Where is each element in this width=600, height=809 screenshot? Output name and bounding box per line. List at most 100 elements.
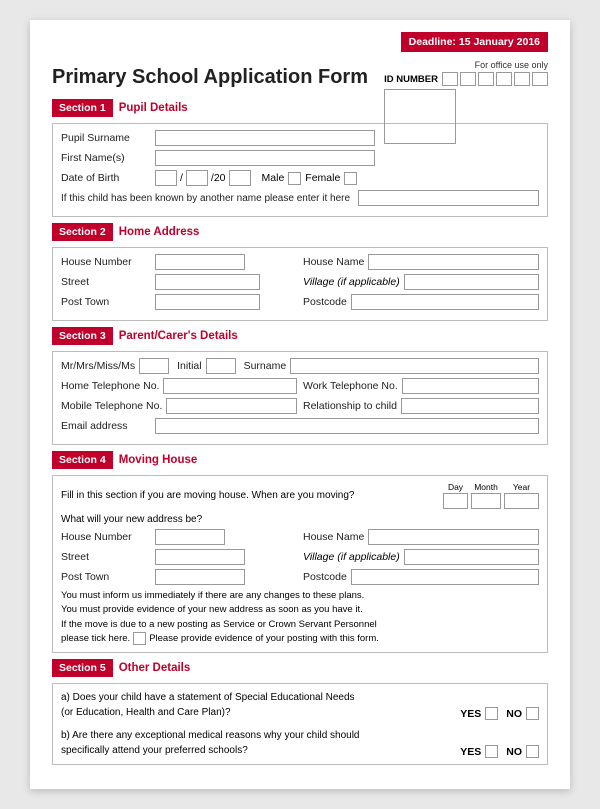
- id-box-1[interactable]: [442, 72, 458, 86]
- title-row: Mr/Mrs/Miss/Ms Initial Surname: [61, 358, 539, 374]
- new-posttown-row: Post Town Postcode: [61, 569, 539, 585]
- first-name-input[interactable]: [155, 150, 375, 166]
- dob-area: / /20 Male Female: [155, 170, 357, 186]
- dob-year-input[interactable]: [229, 170, 251, 186]
- dob-sep1: /: [180, 172, 183, 184]
- section4-badge: Section 4: [52, 451, 113, 469]
- street-col: Street: [61, 274, 297, 290]
- question-a-yes-checkbox[interactable]: [485, 707, 498, 720]
- question-a-no-label: NO: [506, 708, 522, 720]
- section2-badge: Section 2: [52, 223, 113, 241]
- female-checkbox[interactable]: [344, 172, 357, 185]
- question-b-text: b) Are there any exceptional medical rea…: [61, 728, 452, 758]
- new-village-input[interactable]: [404, 549, 539, 565]
- surname-input[interactable]: [290, 358, 539, 374]
- new-house-number-label: House Number: [61, 531, 151, 543]
- dob-month-input[interactable]: [186, 170, 208, 186]
- new-postcode-input[interactable]: [351, 569, 539, 585]
- question-a-text: a) Does your child have a statement of S…: [61, 690, 452, 720]
- new-street-input[interactable]: [155, 549, 245, 565]
- office-use-label: For office use only: [384, 60, 548, 70]
- dmy-area: Day Month Year: [443, 482, 539, 509]
- new-village-col: Village (if applicable): [303, 549, 539, 565]
- other-name-row: If this child has been known by another …: [61, 190, 539, 206]
- question-b-row: b) Are there any exceptional medical rea…: [61, 728, 539, 758]
- notice-evidence-label: Please provide evidence of your posting …: [149, 632, 379, 646]
- mobile-row: Mobile Telephone No. Relationship to chi…: [61, 398, 539, 414]
- question-b-no-label: NO: [506, 746, 522, 758]
- title-label: Mr/Mrs/Miss/Ms: [61, 360, 135, 372]
- surname-label: Surname: [244, 360, 287, 372]
- section3-block: Mr/Mrs/Miss/Ms Initial Surname Home Tele…: [52, 351, 548, 445]
- mobile-input[interactable]: [166, 398, 297, 414]
- section3-title: Parent/Carer's Details: [119, 330, 238, 342]
- village-input[interactable]: [404, 274, 539, 290]
- house-name-label: House Name: [303, 256, 364, 268]
- section5-badge: Section 5: [52, 659, 113, 677]
- question-a-no-checkbox[interactable]: [526, 707, 539, 720]
- moving-year-input[interactable]: [504, 493, 539, 509]
- postcode-col: Postcode: [303, 294, 539, 310]
- id-box-4[interactable]: [496, 72, 512, 86]
- mobile-label: Mobile Telephone No.: [61, 400, 162, 412]
- question-b-yes-checkbox[interactable]: [485, 745, 498, 758]
- first-name-label: First Name(s): [61, 152, 151, 164]
- postcode-input[interactable]: [351, 294, 539, 310]
- new-postcode-col: Postcode: [303, 569, 539, 585]
- relationship-input[interactable]: [401, 398, 539, 414]
- other-name-label: If this child has been known by another …: [61, 193, 350, 204]
- first-name-row: First Name(s): [61, 150, 539, 166]
- posting-checkbox[interactable]: [133, 632, 146, 645]
- other-name-input[interactable]: [358, 190, 539, 206]
- relationship-label: Relationship to child: [303, 400, 397, 412]
- id-box-2[interactable]: [460, 72, 476, 86]
- email-input[interactable]: [155, 418, 539, 434]
- id-box-3[interactable]: [478, 72, 494, 86]
- gender-area: Male Female: [262, 172, 358, 185]
- house-name-input[interactable]: [368, 254, 539, 270]
- notice-line4: please tick here. Please provide evidenc…: [61, 632, 539, 646]
- moving-when-row: Fill in this section if you are moving h…: [61, 482, 539, 509]
- new-street-row: Street Village (if applicable): [61, 549, 539, 565]
- phone-row: Home Telephone No. Work Telephone No.: [61, 378, 539, 394]
- day-label: Day: [448, 482, 463, 492]
- question-b-yes-label: YES: [460, 746, 481, 758]
- dob-sep2: /20: [211, 172, 226, 184]
- new-posttown-input[interactable]: [155, 569, 245, 585]
- dob-label: Date of Birth: [61, 172, 151, 184]
- mobile-col: Mobile Telephone No.: [61, 398, 297, 414]
- moving-day-input[interactable]: [443, 493, 468, 509]
- posttown-label: Post Town: [61, 296, 151, 308]
- new-house-name-input[interactable]: [368, 529, 539, 545]
- title-input[interactable]: [139, 358, 169, 374]
- house-number-input[interactable]: [155, 254, 245, 270]
- email-label: Email address: [61, 420, 151, 432]
- initial-input[interactable]: [206, 358, 236, 374]
- work-phone-input[interactable]: [402, 378, 539, 394]
- pupil-surname-input[interactable]: [155, 130, 375, 146]
- home-phone-input[interactable]: [163, 378, 297, 394]
- id-box-6[interactable]: [532, 72, 548, 86]
- section2-title: Home Address: [119, 226, 200, 238]
- moving-month-input[interactable]: [471, 493, 501, 509]
- section1-badge: Section 1: [52, 99, 113, 117]
- male-checkbox[interactable]: [288, 172, 301, 185]
- home-phone-col: Home Telephone No.: [61, 378, 297, 394]
- notice-tick-label: please tick here.: [61, 632, 130, 646]
- new-house-row: House Number House Name: [61, 529, 539, 545]
- form-page: Deadline: 15 January 2016 For office use…: [30, 20, 570, 789]
- question-b-no-checkbox[interactable]: [526, 745, 539, 758]
- id-boxes: [442, 72, 548, 86]
- dob-day-input[interactable]: [155, 170, 177, 186]
- section4-block: Fill in this section if you are moving h…: [52, 475, 548, 653]
- posttown-input[interactable]: [155, 294, 260, 310]
- posttown-col: Post Town: [61, 294, 297, 310]
- moving-text: Fill in this section if you are moving h…: [61, 490, 437, 501]
- notice-line1: You must inform us immediately if there …: [61, 589, 539, 603]
- new-house-number-input[interactable]: [155, 529, 225, 545]
- work-phone-label: Work Telephone No.: [303, 380, 398, 392]
- deadline-badge: Deadline: 15 January 2016: [401, 32, 548, 52]
- street-row: Street Village (if applicable): [61, 274, 539, 290]
- id-box-5[interactable]: [514, 72, 530, 86]
- street-input[interactable]: [155, 274, 260, 290]
